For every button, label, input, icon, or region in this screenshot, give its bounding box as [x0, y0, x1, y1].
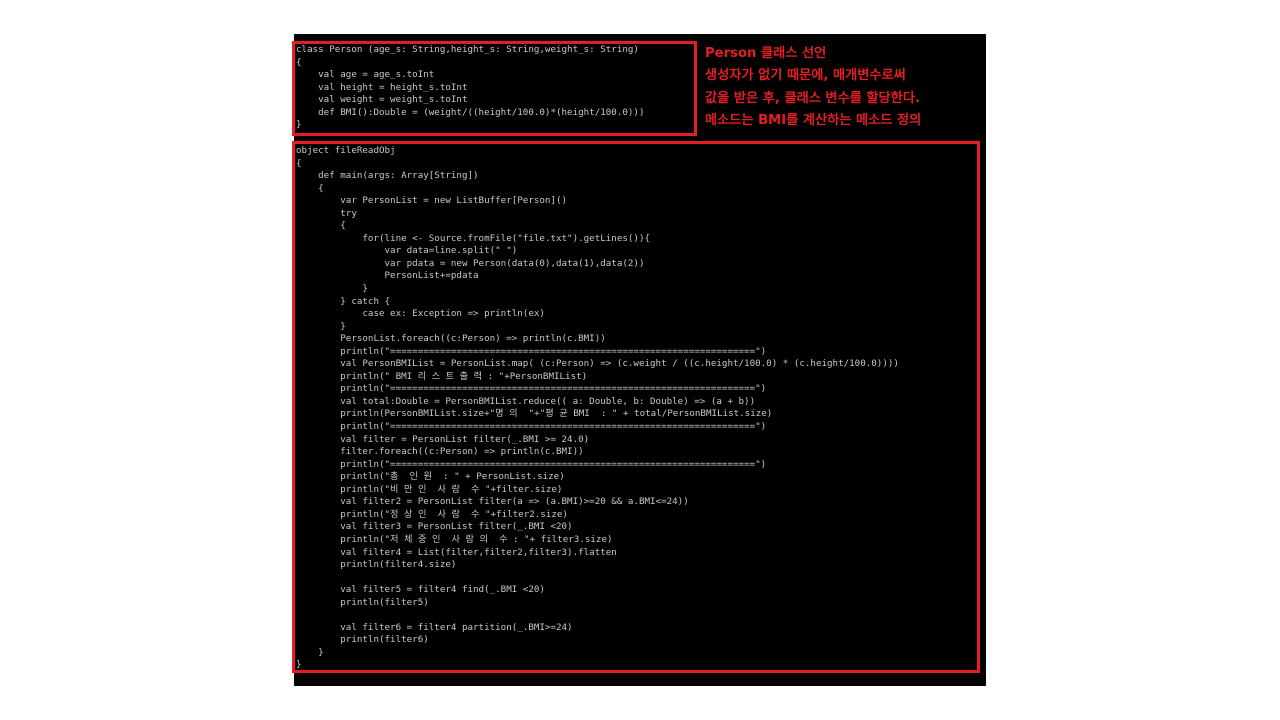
- annotation-line-2: 생성자가 없기 때문에, 매개변수로써: [705, 68, 906, 84]
- object-highlight-box: [292, 141, 980, 673]
- annotation-line-3: 값을 받은 후, 클래스 변수를 할당한다.: [705, 90, 920, 106]
- class-highlight-box: [292, 41, 697, 136]
- slide: class Person (age_s: String,height_s: St…: [0, 0, 1280, 720]
- annotation-text: Person 클래스 선언 생성자가 없기 때문에, 매개변수로써 값을 받은 …: [705, 43, 985, 133]
- annotation-line-4: 메소드는 BMI를 계산하는 메소드 정의: [705, 113, 922, 129]
- annotation-line-1: Person 클래스 선언: [705, 46, 827, 61]
